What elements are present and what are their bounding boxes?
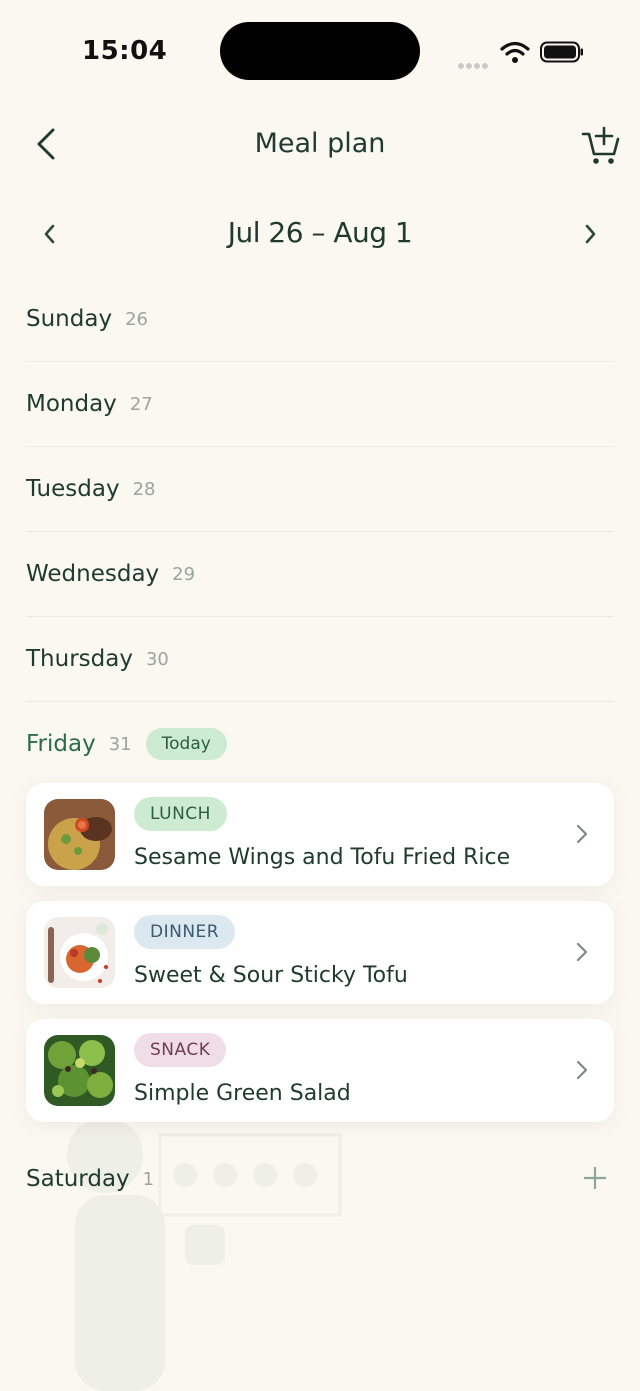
cart-add-icon[interactable] [580, 122, 622, 166]
plus-icon[interactable] [582, 645, 608, 671]
meal-card-lunch[interactable]: LUNCH Sesame Wings and Tofu Fried Rice [26, 783, 614, 886]
day-number: 30 [145, 648, 169, 670]
day-row-wednesday: Wednesday 29 [26, 532, 614, 617]
day-number: 29 [172, 563, 196, 585]
meal-photo [44, 1035, 115, 1106]
day-row-monday: Monday 27 [26, 362, 614, 447]
meal-card-snack[interactable]: SNACK Simple Green Salad [26, 1019, 614, 1122]
day-name: Saturday [26, 1166, 130, 1192]
page-title: Meal plan [254, 128, 386, 159]
header: Meal plan [0, 110, 640, 180]
plus-icon[interactable] [582, 475, 608, 501]
day-name: Tuesday [26, 476, 120, 502]
meal-title: Simple Green Salad [134, 1081, 351, 1106]
day-row-friday: Friday 31 Today [26, 702, 614, 786]
plus-icon[interactable] [582, 390, 608, 416]
meal-photo [44, 799, 115, 870]
meal-type-tag: DINNER [134, 915, 236, 949]
meal-list: LUNCH Sesame Wings and Tofu Fried Rice D… [26, 783, 614, 1137]
status-bar: 15:04 [0, 0, 640, 100]
meal-title: Sesame Wings and Tofu Fried Rice [134, 845, 511, 870]
day-list: Sunday 26 Monday 27 Tuesday 28 Wednesday… [26, 277, 614, 786]
meal-photo [44, 917, 115, 988]
day-number: 31 [108, 733, 132, 755]
day-number: 28 [132, 478, 156, 500]
week-navigator: Jul 26 – Aug 1 [0, 208, 640, 260]
day-number: 27 [129, 393, 153, 415]
day-row-thursday: Thursday 30 [26, 617, 614, 702]
chevron-right-icon [576, 942, 588, 962]
day-name: Sunday [26, 306, 113, 332]
day-name: Wednesday [26, 561, 160, 587]
meal-type-tag: SNACK [134, 1033, 227, 1067]
chevron-right-icon [576, 1060, 588, 1080]
day-row-tuesday: Tuesday 28 [26, 447, 614, 532]
chevron-right-icon[interactable] [578, 220, 602, 248]
today-badge: Today [145, 728, 227, 760]
day-number: 26 [125, 308, 148, 330]
signal-icon [458, 54, 492, 69]
chevron-right-icon [576, 824, 588, 844]
day-number: 1 [142, 1168, 155, 1190]
plus-icon[interactable] [582, 305, 608, 331]
battery-icon [540, 41, 583, 63]
meal-card-dinner[interactable]: DINNER Sweet & Sour Sticky Tofu [26, 901, 614, 1004]
meal-title: Sweet & Sour Sticky Tofu [134, 963, 408, 988]
day-row-saturday: Saturday 1 [26, 1137, 614, 1221]
meal-type-tag: LUNCH [134, 797, 227, 831]
status-time: 15:04 [82, 36, 168, 66]
week-label: Jul 26 – Aug 1 [227, 216, 413, 249]
day-name: Thursday [26, 646, 133, 672]
day-row-sunday: Sunday 26 [26, 277, 614, 362]
wifi-icon [500, 41, 530, 63]
plus-icon[interactable] [582, 560, 608, 586]
day-name: Monday [26, 391, 117, 417]
plus-icon[interactable] [582, 730, 608, 756]
dynamic-island [220, 22, 420, 80]
plus-icon[interactable] [582, 1165, 608, 1191]
day-name: Friday [26, 731, 96, 757]
